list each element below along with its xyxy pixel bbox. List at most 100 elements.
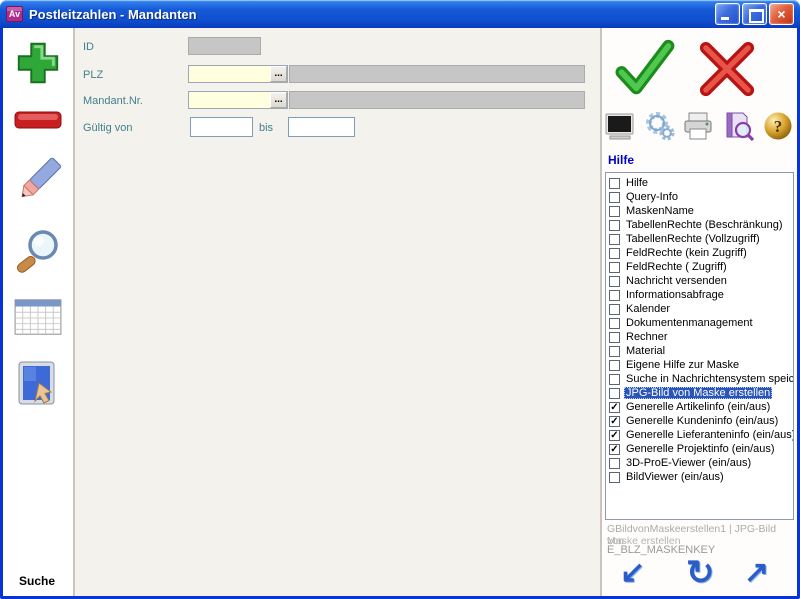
help-list-item[interactable]: TabellenRechte (Beschränkung) (606, 218, 793, 232)
print-button[interactable] (682, 110, 714, 142)
checkbox-unchecked-icon[interactable] (609, 219, 620, 231)
help-list-item[interactable]: Eigene Hilfe zur Maske (606, 358, 793, 372)
checkbox-checked-icon[interactable]: ✓ (609, 401, 620, 413)
checkbox-unchecked-icon[interactable] (609, 261, 620, 273)
help-list-item-label: Eigene Hilfe zur Maske (626, 359, 740, 371)
help-list-item-label: Query-Info (626, 191, 678, 203)
help-list-item[interactable]: Material (606, 344, 793, 358)
help-list-item-label: Generelle Lieferanteninfo (ein/aus) (626, 429, 793, 441)
confirm-button[interactable] (612, 33, 676, 110)
help-list-item[interactable]: Suche in Nachrichtensystem speich (606, 372, 793, 386)
help-list-item[interactable]: Nachricht versenden (606, 274, 793, 288)
mandant-label: Mandant.Nr. (83, 95, 143, 107)
checkbox-checked-icon[interactable]: ✓ (609, 429, 620, 441)
help-list-item[interactable]: Query-Info (606, 190, 793, 204)
help-list-item[interactable]: BildViewer (ein/aus) (606, 470, 793, 484)
screen-capture-button[interactable] (604, 110, 636, 142)
help-list-item-label: Suche in Nachrichtensystem speich (626, 373, 793, 385)
search-button[interactable] (11, 227, 65, 282)
mandant-input[interactable] (189, 92, 270, 108)
help-list-item[interactable]: Rechner (606, 330, 793, 344)
checkbox-unchecked-icon[interactable] (609, 247, 620, 259)
mandant-lookup-button[interactable]: ... (270, 92, 287, 108)
monitor-icon (604, 113, 636, 146)
checkbox-unchecked-icon[interactable] (609, 387, 620, 399)
select-screen-button[interactable] (11, 357, 65, 418)
checkbox-unchecked-icon[interactable] (609, 359, 620, 371)
table-view-button[interactable] (11, 296, 65, 343)
plz-input[interactable] (189, 66, 270, 82)
checkbox-unchecked-icon[interactable] (609, 457, 620, 469)
gueltig-von-label: Gültig von (83, 122, 133, 134)
title-bar[interactable]: Av Postleitzahlen - Mandanten × (0, 0, 800, 28)
nav-back-arrow-icon[interactable]: ↙ (620, 556, 645, 590)
help-list-item-label: Generelle Kundeninfo (ein/aus) (626, 415, 779, 427)
help-list-item[interactable]: 3D-ProE-Viewer (ein/aus) (606, 456, 793, 470)
checkbox-unchecked-icon[interactable] (609, 303, 620, 315)
maximize-button[interactable] (742, 3, 767, 25)
plz-lookup-button[interactable]: ... (270, 66, 287, 82)
help-list-item[interactable]: JPG-Bild von Maske erstellen (606, 386, 793, 400)
help-list-item-label: Generelle Projektinfo (ein/aus) (626, 443, 775, 455)
help-panel: ? Hilfe Hilfe Query-Info MaskenName Tabelle… (600, 28, 797, 596)
checkbox-unchecked-icon[interactable] (609, 317, 620, 329)
checkbox-unchecked-icon[interactable] (609, 331, 620, 343)
help-question-icon: ? (762, 112, 794, 146)
help-list-item-label: Informationsabfrage (626, 289, 724, 301)
plz-display-field (289, 65, 585, 83)
nav-forward-arrow-icon[interactable]: ↗ (744, 556, 769, 590)
close-button[interactable]: × (769, 3, 794, 25)
search-magnifier-icon (12, 227, 64, 282)
checkbox-unchecked-icon[interactable] (609, 205, 620, 217)
svg-text:?: ? (774, 117, 783, 136)
id-field (188, 37, 261, 55)
help-list-item[interactable]: MaskenName (606, 204, 793, 218)
edit-pencil-icon (11, 152, 65, 213)
checkbox-unchecked-icon[interactable] (609, 373, 620, 385)
help-list-item[interactable]: Hilfe (606, 176, 793, 190)
help-list-item[interactable]: TabellenRechte (Vollzugriff) (606, 232, 793, 246)
settings-button[interactable] (644, 110, 676, 142)
nav-refresh-arrow-icon[interactable]: ↻ (686, 556, 715, 590)
help-list-item[interactable]: Kalender (606, 302, 793, 316)
add-plus-icon (12, 38, 64, 93)
help-list-item-label: TabellenRechte (Beschränkung) (626, 219, 783, 231)
cancel-button[interactable] (694, 36, 760, 107)
gueltig-von-input[interactable] (190, 117, 253, 137)
checkbox-unchecked-icon[interactable] (609, 275, 620, 287)
help-list-item-label: MaskenName (626, 205, 694, 217)
checkbox-unchecked-icon[interactable] (609, 233, 620, 245)
help-list-item-label: Generelle Artikelinfo (ein/aus) (626, 401, 771, 413)
help-list-item[interactable]: ✓ Generelle Artikelinfo (ein/aus) (606, 400, 793, 414)
checkbox-unchecked-icon[interactable] (609, 289, 620, 301)
app-icon[interactable]: Av (6, 6, 23, 22)
help-button[interactable]: ? (762, 110, 794, 142)
checkbox-unchecked-icon[interactable] (609, 177, 620, 189)
help-list-item-label: BildViewer (ein/aus) (626, 471, 724, 483)
gueltig-bis-input[interactable] (288, 117, 355, 137)
gears-icon (644, 112, 676, 146)
help-list-item[interactable]: ✓ Generelle Projektinfo (ein/aus) (606, 442, 793, 456)
add-record-button[interactable] (11, 38, 65, 93)
help-list-item-label: FeldRechte (kein Zugriff) (626, 247, 747, 259)
help-list-item[interactable]: ✓ Generelle Lieferanteninfo (ein/aus) (606, 428, 793, 442)
checkbox-unchecked-icon[interactable] (609, 471, 620, 483)
help-list-item[interactable]: Informationsabfrage (606, 288, 793, 302)
help-list-item[interactable]: ✓ Generelle Kundeninfo (ein/aus) (606, 414, 793, 428)
checkbox-checked-icon[interactable]: ✓ (609, 415, 620, 427)
checkbox-unchecked-icon[interactable] (609, 191, 620, 203)
help-list[interactable]: Hilfe Query-Info MaskenName TabellenRechte … (605, 172, 794, 520)
help-list-item[interactable]: FeldRechte ( Zugriff) (606, 260, 793, 274)
help-list-item-label: Nachricht versenden (626, 275, 727, 287)
checkbox-unchecked-icon[interactable] (609, 345, 620, 357)
help-list-item-label: FeldRechte ( Zugriff) (626, 261, 727, 273)
search-status-label: Suche (19, 574, 56, 588)
minimize-button[interactable] (715, 3, 740, 25)
delete-record-button[interactable] (11, 107, 65, 138)
help-list-item[interactable]: FeldRechte (kein Zugriff) (606, 246, 793, 260)
report-lookup-button[interactable] (723, 110, 755, 142)
help-list-item[interactable]: Dokumentenmanagement (606, 316, 793, 330)
checkbox-checked-icon[interactable]: ✓ (609, 443, 620, 455)
edit-record-button[interactable] (11, 152, 65, 213)
help-list-item-label: TabellenRechte (Vollzugriff) (626, 233, 760, 245)
